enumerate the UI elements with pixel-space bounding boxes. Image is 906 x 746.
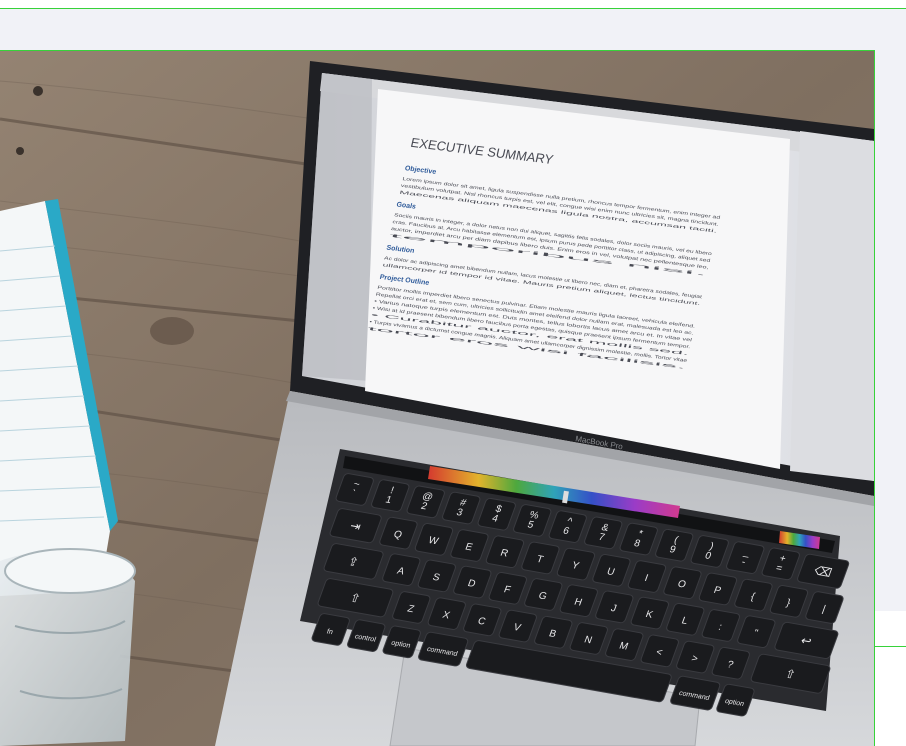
hero-photo: EXECUTIVE SUMMARY Objective Lorem ipsum d… bbox=[0, 50, 875, 746]
nail-head bbox=[16, 147, 24, 155]
laptop-photo-illustration: EXECUTIVE SUMMARY ObjectiveLorem ipsum d… bbox=[0, 51, 874, 746]
accent-line-bottom bbox=[874, 646, 906, 647]
water-glass bbox=[0, 548, 136, 746]
nail-head bbox=[33, 86, 43, 96]
wood-knot bbox=[150, 317, 194, 345]
